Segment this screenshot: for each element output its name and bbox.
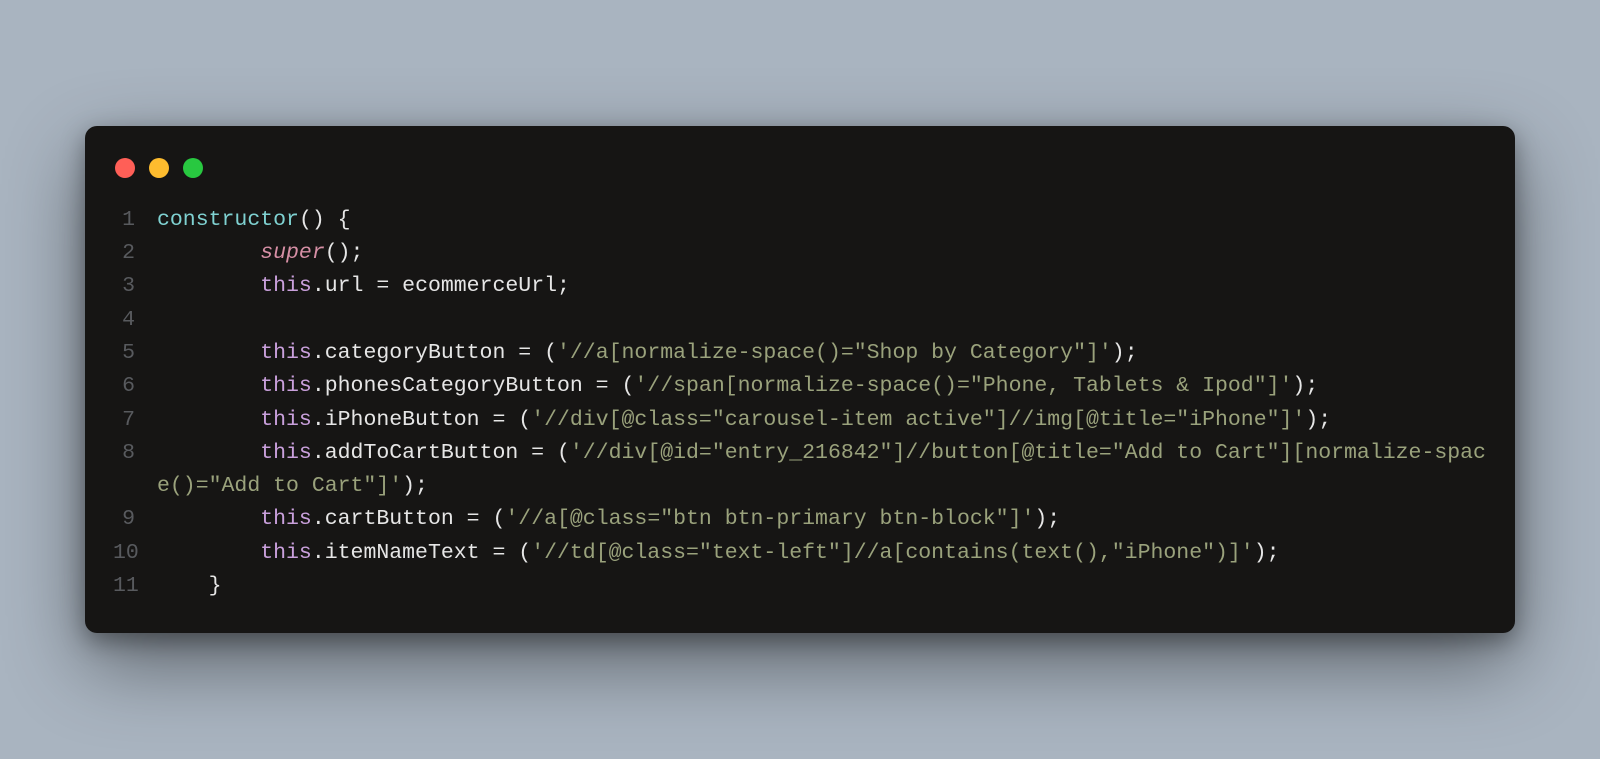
indent bbox=[157, 374, 260, 398]
token-punct: . bbox=[312, 341, 325, 365]
token-op: = bbox=[583, 374, 622, 398]
code-line-content[interactable]: this.addToCartButton = ('//div[@id="entr… bbox=[157, 437, 1487, 504]
token-op: = bbox=[454, 507, 493, 531]
code-line[interactable]: 8 this.addToCartButton = ('//div[@id="en… bbox=[113, 437, 1487, 504]
token-punct: ; bbox=[557, 274, 570, 298]
code-line-content[interactable]: constructor() { bbox=[157, 204, 1487, 237]
token-kw: constructor bbox=[157, 208, 299, 232]
token-prop: categoryButton bbox=[325, 341, 506, 365]
indent bbox=[157, 574, 209, 598]
token-op: = bbox=[505, 341, 544, 365]
token-punct: . bbox=[312, 274, 325, 298]
indent bbox=[157, 274, 260, 298]
token-ident: ecommerceUrl bbox=[402, 274, 557, 298]
code-line-content[interactable]: this.categoryButton = ('//a[normalize-sp… bbox=[157, 337, 1487, 370]
token-prop: itemNameText bbox=[325, 541, 480, 565]
token-str: '//a[normalize-space()="Shop by Category… bbox=[557, 341, 1112, 365]
code-line[interactable]: 5 this.categoryButton = ('//a[normalize-… bbox=[113, 337, 1487, 370]
line-number: 8 bbox=[113, 437, 157, 470]
token-punct: . bbox=[312, 374, 325, 398]
line-number: 5 bbox=[113, 337, 157, 370]
token-punct: ( bbox=[492, 507, 505, 531]
token-str: '//span[normalize-space()="Phone, Tablet… bbox=[634, 374, 1292, 398]
token-prop: addToCartButton bbox=[325, 441, 519, 465]
token-str: '//td[@class="text-left"]//a[contains(te… bbox=[531, 541, 1254, 565]
code-editor[interactable]: 1constructor() {2 super();3 this.url = e… bbox=[113, 204, 1487, 604]
token-op: = bbox=[480, 408, 519, 432]
token-punct: ( bbox=[518, 408, 531, 432]
token-prop: phonesCategoryButton bbox=[325, 374, 583, 398]
token-op: = bbox=[363, 274, 402, 298]
token-prop: iPhoneButton bbox=[325, 408, 480, 432]
token-punct: . bbox=[312, 408, 325, 432]
token-punct: ( bbox=[557, 441, 570, 465]
indent bbox=[157, 341, 260, 365]
indent bbox=[157, 541, 260, 565]
code-line[interactable]: 7 this.iPhoneButton = ('//div[@class="ca… bbox=[113, 404, 1487, 437]
token-punct: ); bbox=[1254, 541, 1280, 565]
token-punct: ( bbox=[518, 541, 531, 565]
indent bbox=[157, 241, 260, 265]
code-line[interactable]: 3 this.url = ecommerceUrl; bbox=[113, 270, 1487, 303]
code-line-content[interactable]: } bbox=[157, 570, 1487, 603]
token-punct: ); bbox=[402, 474, 428, 498]
token-prop: url bbox=[325, 274, 364, 298]
line-number: 6 bbox=[113, 370, 157, 403]
close-icon[interactable] bbox=[115, 158, 135, 178]
token-super: super bbox=[260, 241, 325, 265]
token-str: '//div[@class="carousel-item active"]//i… bbox=[531, 408, 1305, 432]
token-str: '//a[@class="btn btn-primary btn-block"]… bbox=[505, 507, 1034, 531]
code-line[interactable]: 2 super(); bbox=[113, 237, 1487, 270]
code-line-content[interactable]: this.itemNameText = ('//td[@class="text-… bbox=[157, 537, 1487, 570]
token-punct: ); bbox=[1305, 408, 1331, 432]
line-number: 3 bbox=[113, 270, 157, 303]
line-number: 1 bbox=[113, 204, 157, 237]
token-punct: . bbox=[312, 541, 325, 565]
code-line[interactable]: 1constructor() { bbox=[113, 204, 1487, 237]
code-window: 1constructor() {2 super();3 this.url = e… bbox=[85, 126, 1515, 634]
code-line-content[interactable]: this.cartButton = ('//a[@class="btn btn-… bbox=[157, 503, 1487, 536]
window-controls bbox=[113, 154, 1487, 204]
token-this: this bbox=[260, 541, 312, 565]
token-punct: . bbox=[312, 441, 325, 465]
line-number: 9 bbox=[113, 503, 157, 536]
code-line-content[interactable]: this.phonesCategoryButton = ('//span[nor… bbox=[157, 370, 1487, 403]
line-number: 11 bbox=[113, 570, 157, 603]
line-number: 4 bbox=[113, 304, 157, 337]
token-this: this bbox=[260, 408, 312, 432]
token-op: = bbox=[480, 541, 519, 565]
token-punct: ( bbox=[622, 374, 635, 398]
token-this: this bbox=[260, 507, 312, 531]
token-this: this bbox=[260, 274, 312, 298]
token-punct: ); bbox=[1034, 507, 1060, 531]
token-punct: } bbox=[209, 574, 222, 598]
token-this: this bbox=[260, 374, 312, 398]
code-line-content[interactable]: this.iPhoneButton = ('//div[@class="caro… bbox=[157, 404, 1487, 437]
line-number: 10 bbox=[113, 537, 157, 570]
token-punct: (); bbox=[325, 241, 364, 265]
token-op: = bbox=[518, 441, 557, 465]
line-number: 2 bbox=[113, 237, 157, 270]
code-line[interactable]: 9 this.cartButton = ('//a[@class="btn bt… bbox=[113, 503, 1487, 536]
code-line-content[interactable]: this.url = ecommerceUrl; bbox=[157, 270, 1487, 303]
code-line[interactable]: 10 this.itemNameText = ('//td[@class="te… bbox=[113, 537, 1487, 570]
token-punct: ); bbox=[1112, 341, 1138, 365]
zoom-icon[interactable] bbox=[183, 158, 203, 178]
indent bbox=[157, 441, 260, 465]
token-punct: ); bbox=[1292, 374, 1318, 398]
code-line[interactable]: 11 } bbox=[113, 570, 1487, 603]
minimize-icon[interactable] bbox=[149, 158, 169, 178]
token-punct: ( bbox=[544, 341, 557, 365]
code-line[interactable]: 6 this.phonesCategoryButton = ('//span[n… bbox=[113, 370, 1487, 403]
token-prop: cartButton bbox=[325, 507, 454, 531]
indent bbox=[157, 507, 260, 531]
token-this: this bbox=[260, 341, 312, 365]
line-number: 7 bbox=[113, 404, 157, 437]
token-this: this bbox=[260, 441, 312, 465]
token-punct: () { bbox=[299, 208, 351, 232]
token-punct: . bbox=[312, 507, 325, 531]
code-line[interactable]: 4 bbox=[113, 304, 1487, 337]
indent bbox=[157, 408, 260, 432]
code-line-content[interactable]: super(); bbox=[157, 237, 1487, 270]
